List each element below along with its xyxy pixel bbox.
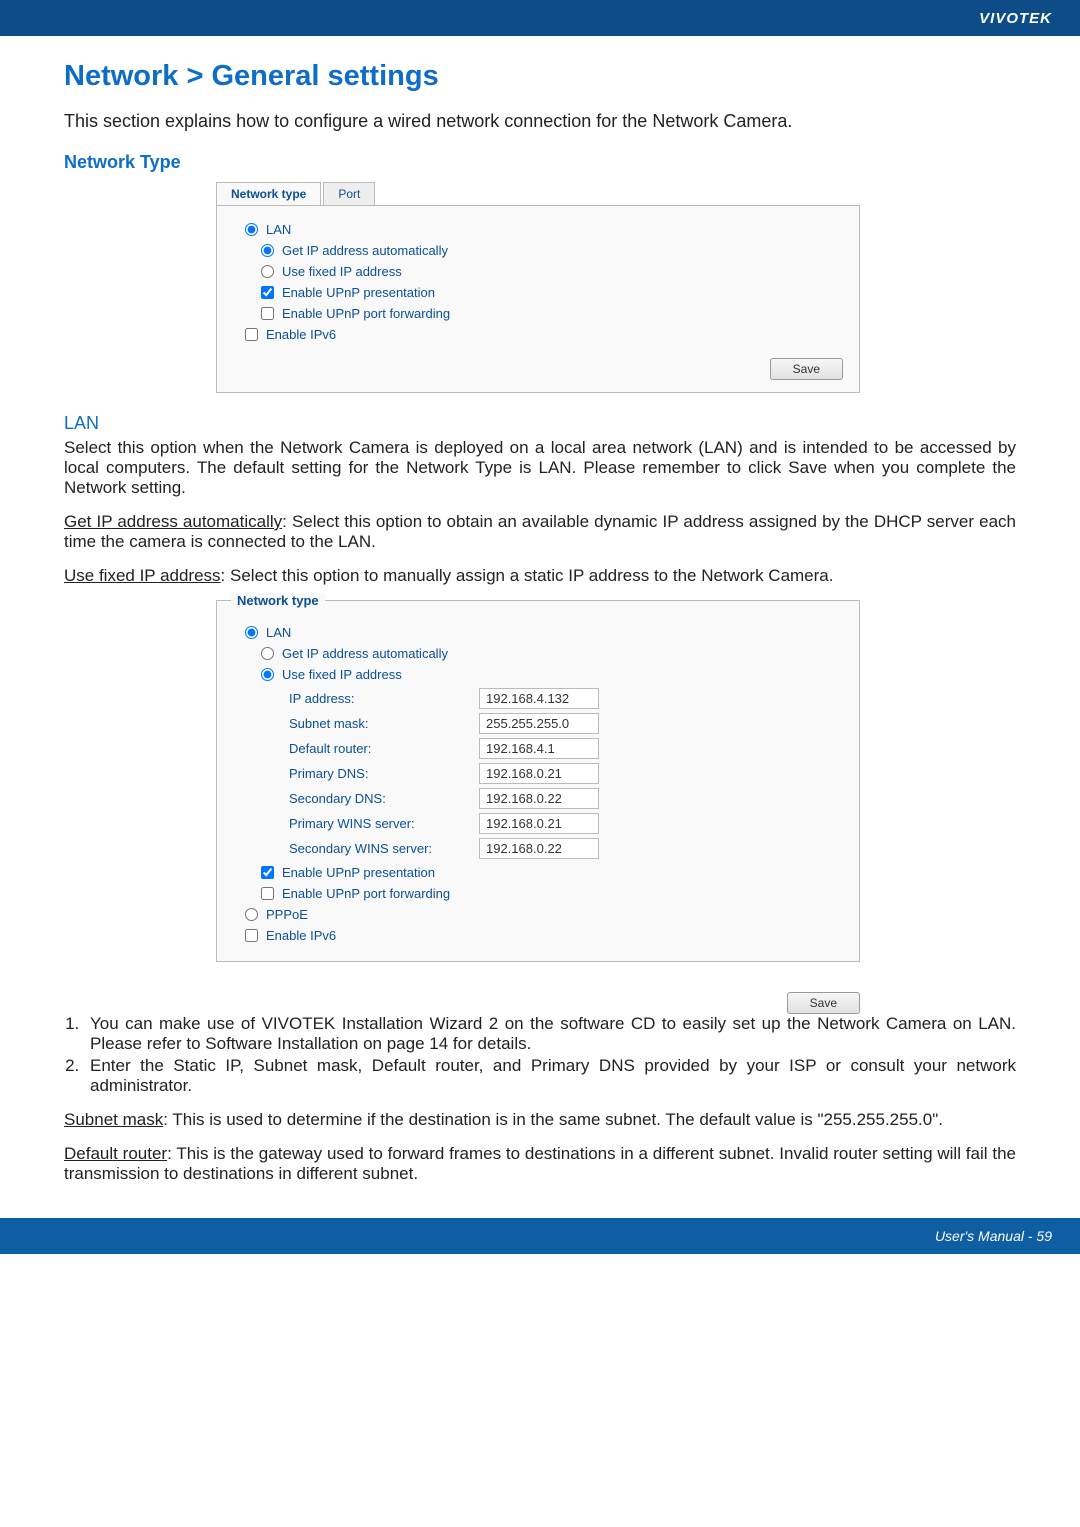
ip-address-row: IP address:	[289, 688, 843, 709]
pppoe-row[interactable]: PPPoE	[245, 907, 843, 922]
get-ip-row-2[interactable]: Get IP address automatically	[261, 646, 843, 661]
get-ip-paragraph: Get IP address automatically: Select thi…	[64, 512, 1016, 552]
section-network-type: Network Type	[64, 152, 1016, 173]
subnet-paragraph: Subnet mask: This is used to determine i…	[64, 1110, 1016, 1130]
use-fixed-row[interactable]: Use fixed IP address	[261, 264, 843, 279]
upnp-port-row[interactable]: Enable UPnP port forwarding	[261, 306, 843, 321]
swins-label: Secondary WINS server:	[289, 841, 479, 856]
ipv6-checkbox[interactable]	[245, 328, 258, 341]
upnp-pres-row-2[interactable]: Enable UPnP presentation	[261, 865, 843, 880]
lan-label-2: LAN	[266, 625, 291, 640]
use-fixed-label: Use fixed IP address	[282, 264, 402, 279]
subnet-label: Subnet mask:	[289, 716, 479, 731]
page-title: Network > General settings	[64, 60, 1016, 93]
lan-label: LAN	[266, 222, 291, 237]
router-input[interactable]	[479, 738, 599, 759]
sdns-label: Secondary DNS:	[289, 791, 479, 806]
notes-list: You can make use of VIVOTEK Installation…	[64, 1014, 1016, 1096]
get-ip-label: Get IP address automatically	[282, 243, 448, 258]
swins-input[interactable]	[479, 838, 599, 859]
top-bar: VIVOTEK	[0, 0, 1080, 36]
lan-radio[interactable]	[245, 223, 258, 236]
lan-radio-row[interactable]: LAN	[245, 222, 843, 237]
brand-logo: VIVOTEK	[979, 10, 1052, 27]
subnet-input[interactable]	[479, 713, 599, 734]
upnp-port-row-2[interactable]: Enable UPnP port forwarding	[261, 886, 843, 901]
pppoe-label: PPPoE	[266, 907, 308, 922]
tabs: Network type Port	[216, 182, 377, 205]
pwins-label: Primary WINS server:	[289, 816, 479, 831]
use-fixed-radio[interactable]	[261, 265, 274, 278]
router-paragraph: Default router: This is the gateway used…	[64, 1144, 1016, 1184]
get-ip-label-2: Get IP address automatically	[282, 646, 448, 661]
pppoe-radio[interactable]	[245, 908, 258, 921]
swins-row: Secondary WINS server:	[289, 838, 843, 859]
get-ip-underline: Get IP address automatically	[64, 512, 282, 531]
get-ip-radio-2[interactable]	[261, 647, 274, 660]
get-ip-row[interactable]: Get IP address automatically	[261, 243, 843, 258]
use-fixed-underline: Use fixed IP address	[64, 566, 221, 585]
ipv6-label: Enable IPv6	[266, 327, 336, 342]
save-button-1[interactable]: Save	[770, 358, 843, 380]
note-2: Enter the Static IP, Subnet mask, Defaul…	[84, 1056, 1016, 1096]
footer-text: User's Manual - 59	[935, 1228, 1052, 1244]
pwins-input[interactable]	[479, 813, 599, 834]
subnet-underline: Subnet mask	[64, 1110, 163, 1129]
network-type-panel-1: Network type Port LAN Get IP address aut…	[216, 205, 860, 393]
footer-bar: User's Manual - 59	[0, 1218, 1080, 1254]
tab-port[interactable]: Port	[323, 182, 375, 205]
lan-radio-2[interactable]	[245, 626, 258, 639]
subnet-row: Subnet mask:	[289, 713, 843, 734]
ipv6-label-2: Enable IPv6	[266, 928, 336, 943]
ip-address-label: IP address:	[289, 691, 479, 706]
upnp-pres-label: Enable UPnP presentation	[282, 285, 435, 300]
use-fixed-paragraph: Use fixed IP address: Select this option…	[64, 566, 1016, 586]
ipv6-checkbox-2[interactable]	[245, 929, 258, 942]
use-fixed-row-2[interactable]: Use fixed IP address	[261, 667, 843, 682]
upnp-pres-checkbox-2[interactable]	[261, 866, 274, 879]
upnp-port-checkbox[interactable]	[261, 307, 274, 320]
lan-paragraph: Select this option when the Network Came…	[64, 438, 1016, 498]
ipv6-row-2[interactable]: Enable IPv6	[245, 928, 843, 943]
save-button-2[interactable]: Save	[787, 992, 860, 1014]
network-type-panel-2: Network type LAN Get IP address automati…	[216, 600, 860, 962]
upnp-port-label: Enable UPnP port forwarding	[282, 306, 450, 321]
intro-text: This section explains how to configure a…	[64, 111, 1016, 132]
use-fixed-label-2: Use fixed IP address	[282, 667, 402, 682]
sdns-row: Secondary DNS:	[289, 788, 843, 809]
lan-heading: LAN	[64, 413, 1016, 434]
ipv6-row[interactable]: Enable IPv6	[245, 327, 843, 342]
ip-address-input[interactable]	[479, 688, 599, 709]
upnp-port-checkbox-2[interactable]	[261, 887, 274, 900]
note-1: You can make use of VIVOTEK Installation…	[84, 1014, 1016, 1054]
sdns-input[interactable]	[479, 788, 599, 809]
page-content: Network > General settings This section …	[0, 36, 1080, 1218]
tab-network-type[interactable]: Network type	[216, 182, 321, 205]
upnp-pres-checkbox[interactable]	[261, 286, 274, 299]
router-row: Default router:	[289, 738, 843, 759]
pdns-row: Primary DNS:	[289, 763, 843, 784]
pdns-label: Primary DNS:	[289, 766, 479, 781]
upnp-pres-label-2: Enable UPnP presentation	[282, 865, 435, 880]
fieldset-legend: Network type	[231, 593, 325, 608]
get-ip-radio[interactable]	[261, 244, 274, 257]
pdns-input[interactable]	[479, 763, 599, 784]
upnp-port-label-2: Enable UPnP port forwarding	[282, 886, 450, 901]
pwins-row: Primary WINS server:	[289, 813, 843, 834]
upnp-pres-row[interactable]: Enable UPnP presentation	[261, 285, 843, 300]
lan-radio-row-2[interactable]: LAN	[245, 625, 843, 640]
router-label: Default router:	[289, 741, 479, 756]
use-fixed-radio-2[interactable]	[261, 668, 274, 681]
router-underline: Default router	[64, 1144, 167, 1163]
